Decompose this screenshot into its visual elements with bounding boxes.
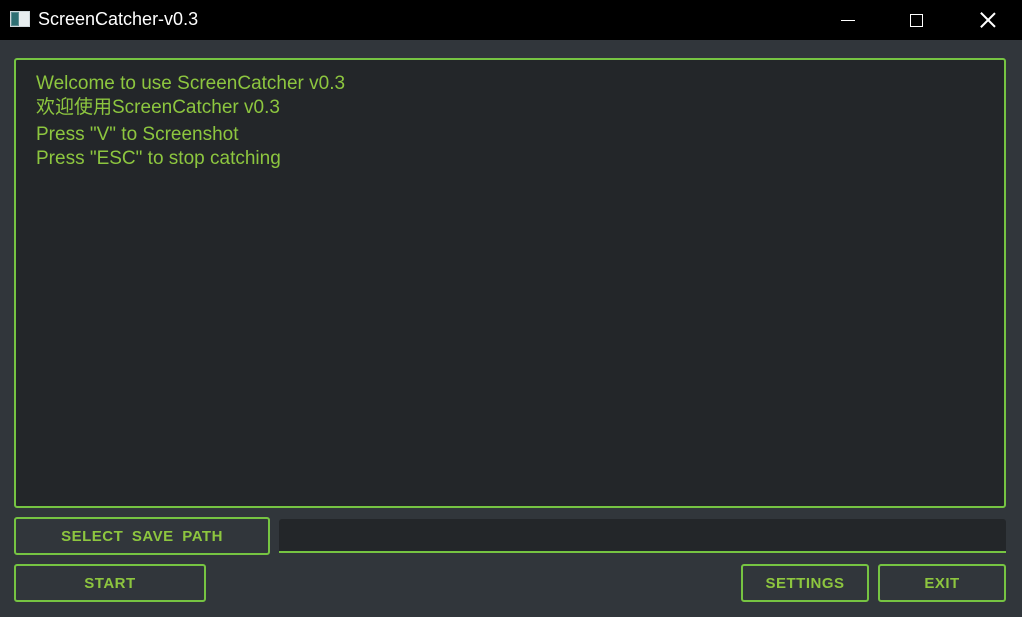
settings-button[interactable]: SETTINGS — [741, 564, 869, 602]
app-window-icon — [10, 11, 30, 27]
close-icon — [980, 12, 996, 28]
close-button[interactable] — [965, 0, 1011, 40]
window-title: ScreenCatcher-v0.3 — [38, 9, 199, 29]
log-line-screenshot-hint: Press "V" to Screenshot — [36, 124, 239, 145]
minimize-icon — [841, 19, 855, 21]
title-bar[interactable]: ScreenCatcher-v0.3 — [0, 0, 1022, 40]
save-path-field[interactable] — [279, 519, 1006, 553]
log-line-welcome-zh: 欢迎使用ScreenCatcher v0.3 — [36, 97, 280, 118]
exit-button[interactable]: EXIT — [878, 564, 1006, 602]
log-line-welcome-en: Welcome to use ScreenCatcher v0.3 — [36, 73, 346, 94]
start-button[interactable]: START — [14, 564, 206, 602]
select-save-path-button[interactable]: SELECT SAVE PATH — [14, 517, 270, 555]
maximize-button[interactable] — [893, 0, 939, 40]
log-output-panel[interactable]: Welcome to use ScreenCatcher v0.3 欢迎使用Sc… — [14, 58, 1006, 508]
log-line-stop-hint: Press "ESC" to stop catching — [36, 148, 281, 169]
minimize-button[interactable] — [825, 0, 871, 40]
maximize-icon — [909, 13, 923, 27]
